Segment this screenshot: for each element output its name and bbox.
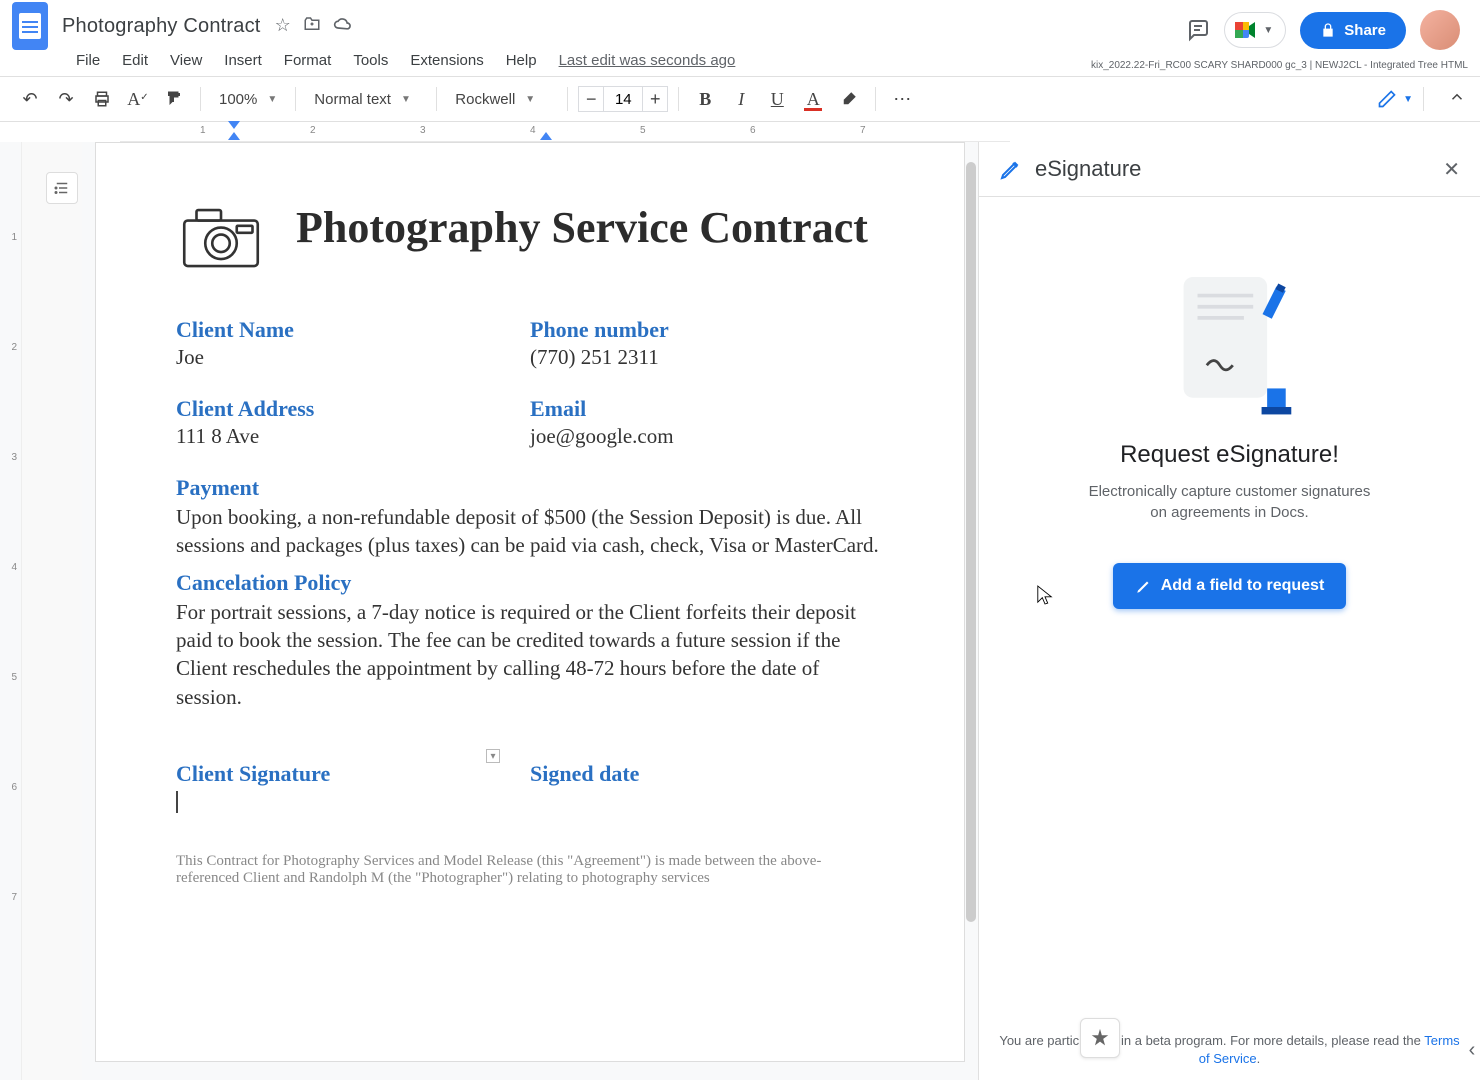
spellcheck-button[interactable]: A✓ (122, 83, 154, 115)
scrollbar-thumb[interactable] (966, 162, 976, 922)
toolbar: ↶ ↷ A✓ 100%▼ Normal text▼ Rockwell▼ − 14… (0, 76, 1480, 122)
menu-insert[interactable]: Insert (214, 48, 272, 73)
paragraph-style-select[interactable]: Normal text▼ (306, 85, 426, 113)
menu-file[interactable]: File (66, 48, 110, 73)
email-value: joe@google.com (530, 424, 884, 449)
highlight-button[interactable] (833, 83, 865, 115)
explore-button[interactable] (1080, 1018, 1120, 1058)
phone-label: Phone number (530, 317, 884, 343)
zoom-select[interactable]: 100%▼ (211, 85, 285, 113)
more-tools-button[interactable]: ⋯ (886, 83, 918, 115)
share-label: Share (1344, 22, 1386, 39)
redo-button[interactable]: ↷ (50, 83, 82, 115)
client-signature-label: Client Signature (176, 761, 530, 787)
payment-label: Payment (176, 475, 884, 501)
pencil-icon (1377, 89, 1397, 109)
font-size-input[interactable]: 14 (604, 86, 642, 112)
address-value: 111 8 Ave (176, 424, 530, 449)
editing-mode-button[interactable]: ▼ (1377, 89, 1413, 109)
menu-help[interactable]: Help (496, 48, 547, 73)
document-title[interactable]: Photography Contract (62, 15, 261, 38)
cancel-label: Cancelation Policy (176, 570, 884, 596)
chevron-down-icon: ▼ (1263, 25, 1273, 36)
move-icon[interactable] (303, 15, 321, 38)
cloud-status-icon[interactable] (333, 15, 353, 38)
esignature-illustration (1165, 267, 1295, 417)
print-button[interactable] (86, 83, 118, 115)
text-color-button[interactable]: A (797, 83, 829, 115)
italic-button[interactable]: I (725, 83, 757, 115)
account-avatar[interactable] (1420, 10, 1460, 50)
comments-icon[interactable] (1186, 18, 1210, 42)
menu-edit[interactable]: Edit (112, 48, 158, 73)
cancel-body: For portrait sessions, a 7-day notice is… (176, 598, 884, 711)
text-cursor (176, 791, 178, 813)
menu-extensions[interactable]: Extensions (400, 48, 493, 73)
address-label: Client Address (176, 396, 530, 422)
share-button[interactable]: Share (1300, 12, 1406, 49)
document-page[interactable]: Photography Service Contract Client Name… (95, 142, 965, 1062)
panel-description: Electronically capture customer signatur… (1080, 481, 1380, 523)
menu-view[interactable]: View (160, 48, 212, 73)
decrease-font-button[interactable]: − (578, 86, 604, 112)
document-heading: Photography Service Contract (296, 203, 868, 254)
email-label: Email (530, 396, 884, 422)
footer-text: This Contract for Photography Services a… (176, 853, 884, 887)
vertical-ruler[interactable]: 123 4567 (0, 142, 22, 1080)
menu-tools[interactable]: Tools (343, 48, 398, 73)
menu-format[interactable]: Format (274, 48, 342, 73)
font-select[interactable]: Rockwell▼ (447, 85, 557, 113)
esignature-icon (999, 157, 1023, 181)
docs-logo-icon[interactable] (12, 2, 48, 50)
payment-body: Upon booking, a non-refundable deposit o… (176, 503, 884, 560)
phone-value: (770) 251 2311 (530, 345, 884, 370)
hide-menus-button[interactable] (1448, 88, 1466, 111)
bold-button[interactable]: B (689, 83, 721, 115)
signed-date-label: Signed date (530, 761, 884, 787)
camera-icon (176, 203, 266, 273)
show-sidebar-button[interactable]: ‹ (1469, 1039, 1476, 1062)
panel-title: eSignature (1035, 156, 1431, 182)
outline-button[interactable] (46, 172, 78, 204)
star-icon[interactable]: ☆ (275, 15, 291, 38)
lock-icon (1320, 22, 1336, 38)
last-edit-link[interactable]: Last edit was seconds ago (559, 52, 736, 69)
close-panel-button[interactable]: ✕ (1443, 157, 1460, 182)
undo-button[interactable]: ↶ (14, 83, 46, 115)
add-field-label: Add a field to request (1161, 577, 1325, 595)
panel-heading: Request eSignature! (1120, 441, 1339, 469)
esignature-panel: eSignature ✕ Request eSignature! Electro… (978, 142, 1480, 1080)
paint-format-button[interactable] (158, 83, 190, 115)
horizontal-ruler[interactable]: 1 2 3 4 5 6 7 (120, 122, 1010, 142)
meet-button[interactable]: ▼ (1224, 12, 1286, 48)
add-field-button[interactable]: Add a field to request (1113, 563, 1347, 609)
client-name-label: Client Name (176, 317, 530, 343)
pen-icon (1135, 577, 1153, 595)
client-name-value: Joe (176, 345, 530, 370)
underline-button[interactable]: U (761, 83, 793, 115)
field-dropdown-handle[interactable]: ▾ (486, 749, 500, 763)
panel-footer: You are participating in a beta program.… (979, 1020, 1480, 1080)
increase-font-button[interactable]: + (642, 86, 668, 112)
build-string: kix_2022.22-Fri_RC00 SCARY SHARD000 gc_3… (1091, 60, 1468, 71)
